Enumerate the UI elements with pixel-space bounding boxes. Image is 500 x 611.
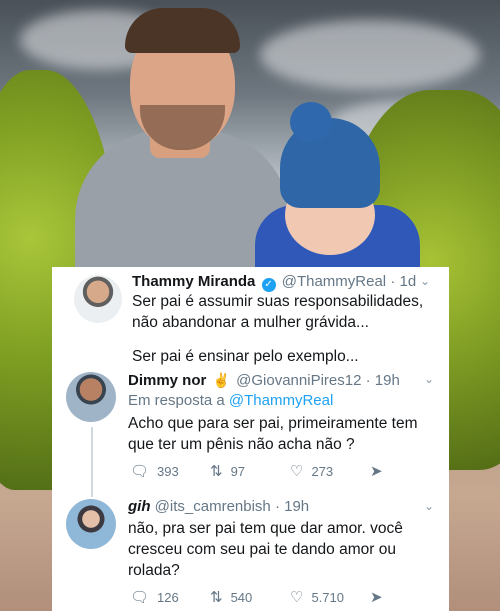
tweet-reply-2[interactable]: gih @its_camrenbish · 19h ⌄ não, pra ser… — [52, 493, 449, 611]
timestamp[interactable]: · 19h — [275, 498, 309, 515]
retweet-icon: ⇅ — [210, 463, 223, 480]
tweet-line: não abandonar a mulher grávida... — [132, 314, 369, 331]
heart-icon: ♡ — [290, 589, 304, 606]
reply-mention-link[interactable]: @ThammyReal — [229, 392, 333, 409]
cloud — [260, 20, 480, 90]
like-button[interactable]: ♡ 273 — [290, 462, 370, 480]
share-button[interactable]: ➤ — [370, 462, 383, 480]
reply-count: 126 — [157, 589, 179, 605]
retweet-icon: ⇅ — [210, 589, 223, 606]
reply-icon: 🗨 — [130, 589, 150, 606]
reply-button[interactable]: 🗨 126 — [130, 588, 210, 606]
handle[interactable]: @GiovanniPires12 — [236, 372, 361, 389]
reply-button[interactable]: 🗨 393 — [130, 462, 210, 480]
handle[interactable]: @its_camrenbish — [155, 498, 271, 515]
tweet-header: Dimmy nor ✌ @GiovanniPires12 · 19h — [128, 371, 400, 390]
avatar[interactable] — [66, 499, 116, 549]
tweet-actions: 🗨 393 ⇅ 97 ♡ 273 ➤ — [130, 462, 383, 480]
reply-count: 393 — [157, 463, 179, 479]
tweet-header: gih @its_camrenbish · 19h — [128, 498, 309, 516]
share-icon: ➤ — [370, 589, 383, 606]
tweet-line: Ser pai é assumir suas responsabilidades… — [132, 293, 424, 310]
avatar[interactable] — [74, 275, 122, 323]
display-name[interactable]: Dimmy nor — [128, 372, 206, 389]
retweet-count: 97 — [230, 463, 246, 479]
timestamp[interactable]: · 19h — [366, 372, 400, 389]
thread-connector — [91, 427, 93, 497]
tweet-thread-card: Thammy Miranda ✓ @ThammyReal · 1d ⌄ Ser … — [52, 267, 449, 611]
avatar[interactable] — [66, 372, 116, 422]
man-hair — [125, 8, 240, 53]
tweet-line: cresceu com seu pai te dando amor ou — [128, 541, 396, 558]
baby-hat-pompom — [290, 102, 332, 142]
tweet-line: rolada? — [128, 562, 180, 579]
tweet-line: não, pra ser pai tem que dar amor. você — [128, 520, 403, 537]
tweet-line: que ter um pênis não acha não ? — [128, 436, 355, 453]
like-count: 5.710 — [311, 589, 344, 605]
like-count: 273 — [311, 463, 334, 479]
clapping-hand-icon: ✌ — [212, 372, 230, 388]
tweet-actions: 🗨 126 ⇅ 540 ♡ 5.710 ➤ — [130, 588, 383, 606]
reply-icon: 🗨 — [130, 463, 150, 480]
heart-icon: ♡ — [290, 463, 304, 480]
chevron-down-icon[interactable]: ⌄ — [420, 274, 430, 288]
retweet-button[interactable]: ⇅ 540 — [210, 588, 290, 606]
tweet-reply-1[interactable]: Dimmy nor ✌ @GiovanniPires12 · 19h ⌄ Em … — [52, 367, 449, 497]
tweet-line: Ser pai é ensinar pelo exemplo... — [132, 348, 359, 365]
tweet-line: Acho que para ser pai, primeiramente tem — [128, 415, 418, 432]
like-button[interactable]: ♡ 5.710 — [290, 588, 370, 606]
retweet-button[interactable]: ⇅ 97 — [210, 462, 290, 480]
display-name[interactable]: Thammy Miranda — [132, 273, 255, 290]
handle[interactable]: @ThammyReal — [282, 273, 386, 290]
display-name[interactable]: gih — [128, 498, 151, 515]
share-button[interactable]: ➤ — [370, 588, 383, 606]
chevron-down-icon[interactable]: ⌄ — [424, 499, 434, 513]
share-icon: ➤ — [370, 463, 383, 480]
timestamp[interactable]: · 1d — [390, 273, 416, 290]
verified-icon: ✓ — [261, 278, 276, 292]
replying-to: Em resposta a @ThammyReal — [128, 390, 333, 411]
reply-prefix: Em resposta a — [128, 392, 225, 409]
retweet-count: 540 — [230, 589, 253, 605]
tweet-header: Thammy Miranda ✓ @ThammyReal · 1d — [132, 273, 416, 292]
chevron-down-icon[interactable]: ⌄ — [424, 372, 434, 386]
tweet-original[interactable]: Thammy Miranda ✓ @ThammyReal · 1d ⌄ Ser … — [52, 267, 449, 372]
